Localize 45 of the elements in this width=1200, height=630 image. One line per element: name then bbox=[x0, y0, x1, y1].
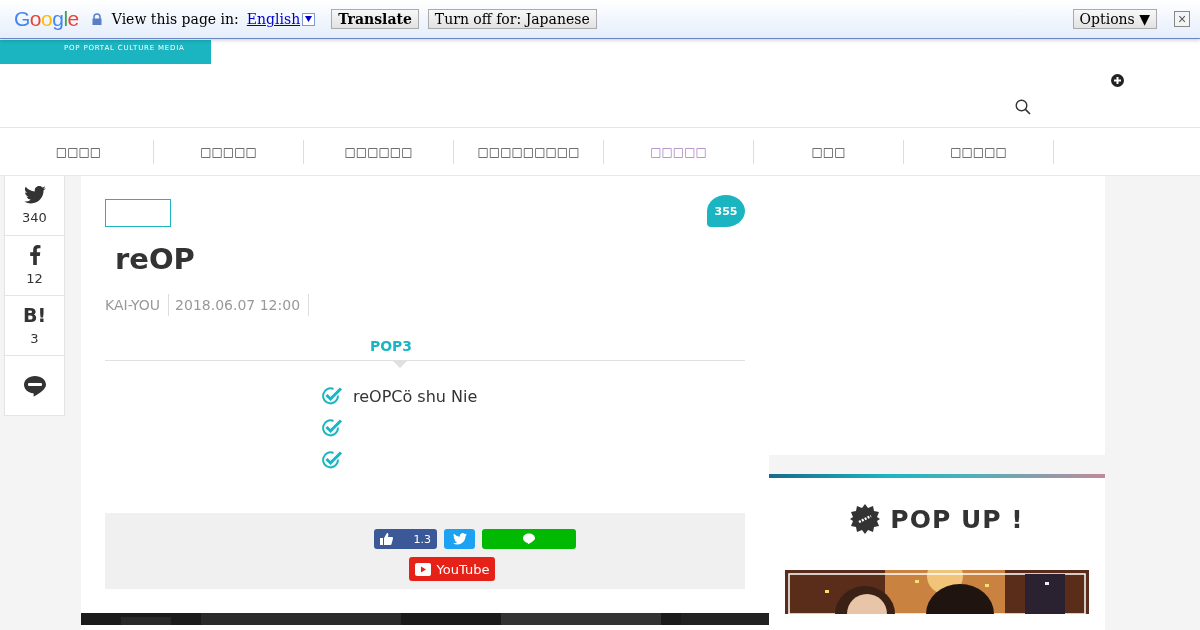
language-link[interactable]: English bbox=[246, 11, 301, 27]
pop-badge-icon bbox=[850, 504, 881, 534]
share-count: 3 bbox=[30, 331, 39, 346]
article-title: reOP bbox=[115, 241, 196, 278]
hatena-label: B! bbox=[22, 305, 47, 325]
share-count: 12 bbox=[26, 271, 43, 286]
lock-icon bbox=[91, 13, 102, 25]
nav-tab[interactable]: □□□□□□□□□ bbox=[454, 139, 604, 164]
nav-tab[interactable]: □□□□□ bbox=[604, 139, 754, 164]
nav-tab[interactable]: □□□□ bbox=[4, 139, 154, 164]
turn-off-button[interactable]: Turn off for: Japanese bbox=[427, 9, 597, 29]
translate-prompt: View this page in: bbox=[111, 11, 239, 27]
plus-circle-icon[interactable] bbox=[1111, 74, 1124, 87]
close-button[interactable]: × bbox=[1174, 11, 1190, 27]
nav-tab[interactable]: □□□□□ bbox=[904, 139, 1054, 164]
tweet-button[interactable] bbox=[444, 529, 475, 549]
publish-date: 2018.06.07 12:00 bbox=[175, 294, 310, 316]
check-circle-icon bbox=[321, 450, 343, 470]
section-heading: POP UP ! bbox=[890, 504, 1024, 534]
translate-button[interactable]: Translate bbox=[331, 9, 419, 29]
dropdown-icon[interactable] bbox=[302, 12, 316, 26]
bird-icon bbox=[23, 186, 46, 204]
line-share-button[interactable] bbox=[482, 529, 576, 549]
speech-bubble-icon bbox=[522, 533, 536, 545]
nav-tab[interactable]: □□□ bbox=[754, 139, 904, 164]
share-rail-button[interactable]: B! 3 bbox=[5, 296, 64, 356]
summary-heading: POP3 bbox=[368, 338, 414, 354]
bird-icon bbox=[452, 533, 467, 545]
nav-tab[interactable]: □□□□□ bbox=[154, 139, 304, 164]
check-circle-icon bbox=[321, 418, 343, 438]
play-icon bbox=[414, 562, 431, 576]
share-rail-button[interactable]: 340 bbox=[5, 176, 64, 236]
youtube-button[interactable]: YouTube bbox=[409, 557, 495, 581]
nav-tab[interactable]: □□□□□□ bbox=[304, 139, 454, 164]
summary-point: reOPCö shu Nie bbox=[353, 386, 478, 406]
line-icon bbox=[22, 373, 47, 398]
google-logo: Google bbox=[14, 7, 79, 31]
facebook-icon bbox=[28, 245, 41, 265]
share-count: 340 bbox=[22, 210, 47, 225]
search-icon[interactable] bbox=[1015, 99, 1031, 115]
like-button[interactable]: 1.3 bbox=[374, 529, 437, 549]
check-circle-icon bbox=[321, 386, 343, 406]
options-button[interactable]: Options ▼ bbox=[1072, 9, 1157, 29]
share-rail-button[interactable]: 12 bbox=[5, 236, 64, 296]
thumbs-up-icon bbox=[380, 533, 393, 545]
